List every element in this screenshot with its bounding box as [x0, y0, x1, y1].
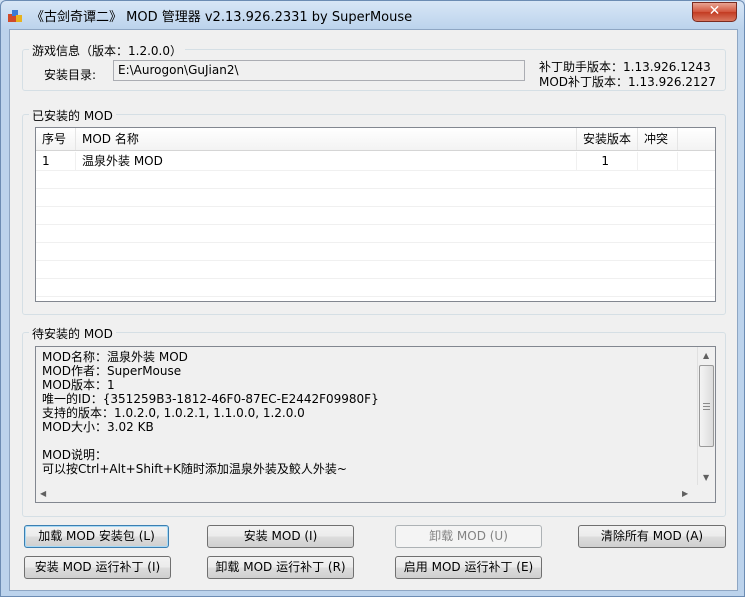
install-dir-field[interactable]: E:\Aurogon\GuJian2\ — [113, 60, 525, 81]
client-area: 游戏信息（版本：1.2.0.0） 安装目录: E:\Aurogon\GuJian… — [9, 29, 738, 591]
empty-row — [36, 224, 715, 243]
pending-mod-details[interactable]: MOD名称：温泉外装 MOD MOD作者：SuperMouse MOD版本：1 … — [35, 346, 716, 503]
column-conflict[interactable]: 冲突 — [638, 128, 678, 150]
install-button[interactable]: 安装 MOD (I) — [207, 525, 354, 548]
mod-version-line: MOD版本：1 — [42, 378, 115, 392]
scroll-right-icon[interactable]: ▶ — [682, 489, 688, 499]
empty-row — [36, 260, 715, 279]
list-header: 序号 MOD 名称 安装版本 冲突 — [36, 128, 715, 151]
install-runtime-patch-button[interactable]: 安装 MOD 运行补丁 (I) — [24, 556, 171, 579]
installed-mods-title: 已安装的 MOD — [29, 107, 116, 124]
mod-author-line: MOD作者：SuperMouse — [42, 364, 182, 378]
supported-versions-line: 支持的版本：1.0.2.0, 1.0.2.1, 1.1.0.0, 1.2.0.0 — [42, 406, 305, 420]
mod-description-label: MOD说明： — [42, 448, 108, 462]
column-index[interactable]: 序号 — [36, 128, 76, 150]
scroll-left-icon[interactable]: ◀ — [40, 489, 46, 499]
row-version: 1 — [577, 152, 638, 170]
install-dir-label: 安装目录: — [44, 68, 97, 82]
grip-icon — [703, 403, 710, 410]
mod-patch-version: MOD补丁版本：1.13.926.2127 — [539, 75, 716, 89]
load-package-button[interactable]: 加载 MOD 安装包 (L) — [24, 525, 169, 548]
title-bar[interactable]: 《古剑奇谭二》 MOD 管理器 v2.13.926.2331 by SuperM… — [1, 1, 744, 29]
vertical-scrollbar[interactable]: ▲ ▼ — [697, 347, 715, 486]
window-title: 《古剑奇谭二》 MOD 管理器 v2.13.926.2331 by SuperM… — [31, 10, 413, 25]
row-mod-name: 温泉外装 MOD — [76, 152, 577, 170]
enable-runtime-patch-button[interactable]: 启用 MOD 运行补丁 (E) — [395, 556, 542, 579]
empty-row — [36, 170, 715, 189]
uninstall-button[interactable]: 卸载 MOD (U) — [395, 525, 542, 548]
mod-id-line: 唯一的ID：{351259B3-1812-46F0-87EC-E2442F099… — [42, 392, 379, 406]
scroll-up-icon[interactable]: ▲ — [703, 351, 709, 361]
row-index: 1 — [36, 152, 76, 170]
scroll-thumb[interactable] — [699, 365, 714, 447]
mod-description-text: 可以按Ctrl+Alt+Shift+K随时添加温泉外装及鲛人外装~ — [42, 462, 347, 476]
table-row[interactable]: 1 温泉外装 MOD 1 — [36, 152, 715, 171]
game-info-title: 游戏信息（版本：1.2.0.0） — [29, 42, 185, 59]
app-icon — [7, 7, 23, 23]
clear-all-button[interactable]: 清除所有 MOD (A) — [578, 525, 726, 548]
row-conflict — [638, 152, 678, 170]
horizontal-scrollbar[interactable]: ◀ ▶ — [36, 485, 698, 502]
installed-mods-list[interactable]: 序号 MOD 名称 安装版本 冲突 1 温泉外装 MOD 1 — [35, 127, 716, 302]
column-mod-name[interactable]: MOD 名称 — [76, 128, 577, 150]
uninstall-runtime-patch-button[interactable]: 卸载 MOD 运行补丁 (R) — [207, 556, 354, 579]
empty-row — [36, 278, 715, 297]
empty-row — [36, 188, 715, 207]
empty-row — [36, 242, 715, 261]
mod-size-line: MOD大小：3.02 KB — [42, 420, 154, 434]
close-button[interactable]: ✕ — [692, 2, 737, 22]
column-installed-version[interactable]: 安装版本 — [577, 128, 638, 150]
scroll-down-icon[interactable]: ▼ — [703, 473, 709, 483]
main-window: 《古剑奇谭二》 MOD 管理器 v2.13.926.2331 by SuperM… — [0, 0, 745, 597]
mod-name-line: MOD名称：温泉外装 MOD — [42, 350, 188, 364]
empty-row — [36, 206, 715, 225]
pending-mod-title: 待安装的 MOD — [29, 325, 116, 342]
